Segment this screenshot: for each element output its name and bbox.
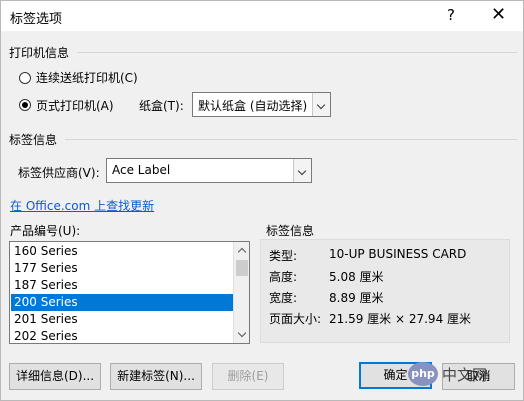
list-item[interactable]: 187 Series	[11, 277, 233, 294]
page-printer-label[interactable]: 页式打印机(A)	[36, 97, 114, 114]
help-button[interactable]: ?	[447, 6, 455, 24]
tray-select[interactable]: 默认纸盒 (自动选择)	[192, 92, 331, 117]
list-item[interactable]: 160 Series	[11, 243, 233, 260]
list-item-selected[interactable]: 200 Series	[11, 294, 233, 311]
watermark-text: 中文网	[442, 366, 488, 384]
office-update-link[interactable]: 在 Office.com 上查找更新	[10, 197, 154, 214]
detail-value: 5.08 厘米	[329, 270, 384, 284]
printer-info-divider	[77, 52, 517, 53]
label-info-divider	[65, 139, 517, 140]
php-logo: php	[408, 362, 438, 386]
list-item[interactable]: 177 Series	[11, 260, 233, 277]
detail-key: 类型:	[269, 249, 298, 263]
scroll-up-icon[interactable]	[234, 242, 249, 258]
product-number-heading: 产品编号(U):	[10, 224, 81, 238]
continuous-printer-radio[interactable]	[19, 72, 31, 84]
watermark: php 中文网	[406, 359, 519, 389]
detail-value: 21.59 厘米 × 27.94 厘米	[329, 312, 472, 326]
detail-key: 页面大小:	[269, 312, 322, 326]
vendor-select-value: Ace Label	[112, 163, 171, 177]
list-item[interactable]: 201 Series	[11, 311, 233, 328]
detail-key: 高度:	[269, 270, 298, 284]
label-options-dialog: 标签选项 ? ✕ 打印机信息 连续送纸打印机(C) 页式打印机(A) 纸盒(T)…	[0, 0, 524, 401]
detail-value: 8.89 厘米	[329, 291, 384, 305]
details-button[interactable]: 详细信息(D)...	[9, 363, 101, 390]
label-info-heading: 标签信息	[9, 133, 58, 147]
chevron-down-icon[interactable]	[312, 93, 330, 116]
list-scrollbar[interactable]	[233, 242, 249, 343]
tray-label: 纸盒(T):	[139, 99, 184, 113]
detail-key: 宽度:	[269, 291, 298, 305]
page-printer-radio[interactable]	[19, 99, 31, 111]
new-label-button[interactable]: 新建标签(N)...	[110, 363, 202, 390]
vendor-select[interactable]: Ace Label	[106, 158, 312, 183]
scroll-thumb[interactable]	[236, 260, 248, 276]
tray-select-value: 默认纸盒 (自动选择)	[198, 99, 308, 113]
chevron-down-icon[interactable]	[293, 159, 311, 182]
printer-info-heading: 打印机信息	[9, 46, 70, 60]
close-button[interactable]: ✕	[491, 4, 506, 25]
scroll-down-icon[interactable]	[234, 327, 249, 343]
vendor-label: 标签供应商(V):	[18, 166, 100, 180]
delete-button[interactable]: 删除(E)	[212, 363, 284, 390]
details-heading: 标签信息	[266, 224, 315, 238]
detail-value: 10-UP BUSINESS CARD	[329, 247, 467, 261]
list-item[interactable]: 202 Series	[11, 328, 233, 343]
title-bar: 标签选项 ? ✕	[1, 1, 523, 31]
continuous-printer-label[interactable]: 连续送纸打印机(C)	[36, 69, 138, 86]
product-number-list[interactable]: 160 Series 177 Series 187 Series 200 Ser…	[9, 241, 250, 344]
dialog-title: 标签选项	[10, 12, 63, 27]
